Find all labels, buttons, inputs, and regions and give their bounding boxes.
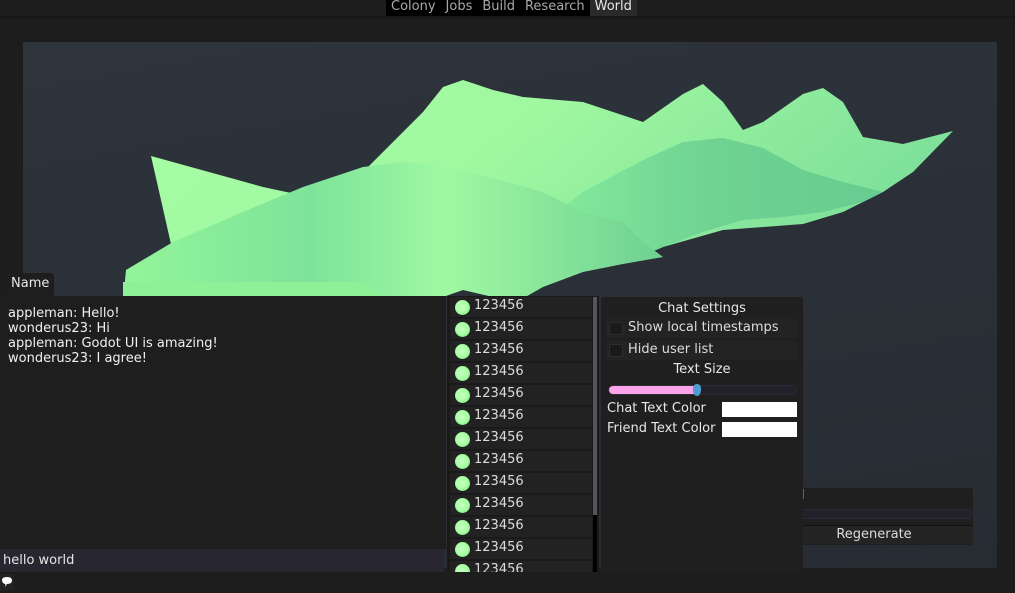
online-status-icon	[455, 388, 470, 403]
user-name: 123456	[474, 518, 524, 533]
friend-text-color-label: Friend Text Color	[607, 421, 716, 436]
tab-jobs[interactable]: Jobs	[441, 0, 478, 16]
online-status-icon	[455, 520, 470, 535]
text-size-slider-fill	[609, 386, 695, 394]
user-name: 123456	[474, 474, 524, 489]
online-status-icon	[455, 366, 470, 381]
online-status-icon	[455, 322, 470, 337]
user-list: 123456 123456 123456 123456 123456 123456 1234…	[447, 296, 599, 572]
user-list-item[interactable]: 123456	[450, 451, 592, 471]
chat-log: appleman: Hello! wonderus23: Hi appleman: …	[0, 296, 446, 549]
chat-message: wonderus23: I agree!	[8, 351, 147, 366]
chat-tab-name[interactable]: Name	[5, 273, 54, 296]
hide-user-list-checkbox[interactable]: Hide user list	[606, 341, 798, 360]
show-local-timestamps-checkbox[interactable]: Show local timestamps	[606, 319, 798, 338]
scrollbar-thumb[interactable]	[593, 297, 597, 515]
checkbox-box[interactable]	[609, 322, 623, 335]
user-name: 123456	[474, 562, 524, 572]
chat-message: appleman: Hello!	[8, 306, 120, 321]
user-name: 123456	[474, 386, 524, 401]
online-status-icon	[455, 432, 470, 447]
online-status-icon	[455, 476, 470, 491]
checkbox-label: Hide user list	[628, 342, 714, 357]
user-list-item[interactable]: 123456	[450, 363, 592, 383]
user-list-item[interactable]: 123456	[450, 341, 592, 361]
chat-text-color-picker[interactable]	[722, 402, 797, 417]
user-name: 123456	[474, 430, 524, 445]
user-list-item[interactable]: 123456	[450, 517, 592, 537]
tab-build[interactable]: Build	[477, 0, 520, 16]
bottom-bar	[0, 572, 1015, 593]
user-name: 123456	[474, 320, 524, 335]
user-list-item[interactable]: 123456	[450, 539, 592, 559]
online-status-icon	[455, 410, 470, 425]
user-list-item[interactable]: 123456	[450, 473, 592, 493]
tab-research[interactable]: Research	[520, 0, 590, 16]
user-name: 123456	[474, 540, 524, 555]
chat-message: appleman: Godot UI is amazing!	[8, 336, 218, 351]
topbar-divider	[0, 16, 1015, 19]
user-name: 123456	[474, 408, 524, 423]
online-status-icon	[455, 344, 470, 359]
user-list-item[interactable]: 123456	[450, 561, 592, 572]
chat-message-input[interactable]	[0, 549, 444, 572]
checkbox-box[interactable]	[609, 344, 623, 357]
user-list-item[interactable]: 123456	[450, 407, 592, 427]
text-size-slider-grabber[interactable]	[693, 384, 701, 396]
user-name: 123456	[474, 496, 524, 511]
chat-toggle-button[interactable]	[0, 574, 14, 590]
user-list-scrollbar[interactable]	[593, 297, 597, 572]
user-name: 123456	[474, 364, 524, 379]
chat-message: wonderus23: Hi	[8, 321, 110, 336]
online-status-icon	[455, 564, 470, 572]
user-name: 123456	[474, 452, 524, 467]
user-name: 123456	[474, 298, 524, 313]
text-size-slider[interactable]	[608, 384, 797, 396]
terrain-lower-front	[123, 282, 383, 296]
user-list-item[interactable]: 123456	[450, 495, 592, 515]
user-name: 123456	[474, 342, 524, 357]
tab-world[interactable]: World	[589, 0, 637, 16]
user-list-item[interactable]: 123456	[450, 385, 592, 405]
online-status-icon	[455, 498, 470, 513]
friend-text-color-picker[interactable]	[722, 422, 797, 437]
checkbox-label: Show local timestamps	[628, 320, 779, 335]
chat-settings-panel: Chat Settings Show local timestamps Hide…	[601, 297, 803, 573]
online-status-icon	[455, 300, 470, 315]
user-list-item[interactable]: 123456	[450, 319, 592, 339]
user-list-item[interactable]: 123456	[450, 429, 592, 449]
chat-text-color-label: Chat Text Color	[607, 401, 706, 416]
text-size-label: Text Size	[673, 362, 731, 377]
user-list-item[interactable]: 123456	[450, 297, 592, 317]
tab-colony[interactable]: Colony	[386, 0, 441, 16]
top-tab-bar: Colony Jobs Build Research World	[386, 0, 637, 16]
speech-bubble-icon	[2, 577, 12, 587]
chat-settings-title: Chat Settings	[658, 301, 746, 316]
online-status-icon	[455, 454, 470, 469]
online-status-icon	[455, 542, 470, 557]
